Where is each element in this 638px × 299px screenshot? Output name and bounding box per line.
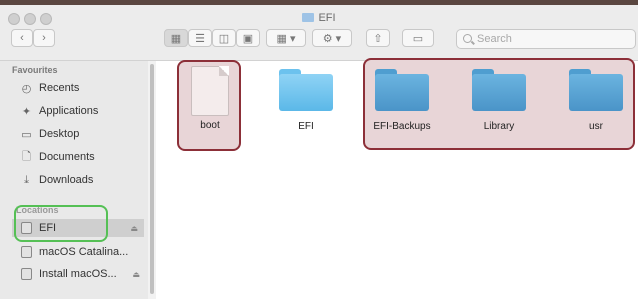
sidebar-scrollbar-thumb[interactable]: [150, 64, 154, 294]
sidebar-section-favourites: Favourites: [12, 65, 58, 75]
share-button[interactable]: ⇧: [366, 29, 390, 47]
file-name: EFI-Backups: [373, 121, 431, 132]
tag-button[interactable]: ▭: [402, 29, 434, 47]
chevron-left-icon: ‹: [20, 32, 24, 44]
eject-icon[interactable]: ⏏: [130, 224, 138, 233]
file-item-usr[interactable]: usr: [556, 69, 636, 132]
file-item-library[interactable]: Library: [459, 69, 539, 132]
green-highlight-annotation: [14, 205, 108, 242]
document-file-icon: [191, 66, 229, 116]
file-name: usr: [589, 121, 603, 132]
clock-icon: ◴: [21, 82, 32, 95]
file-item-efi-backups[interactable]: EFI-Backups: [362, 69, 442, 132]
sidebar-item-label: Documents: [39, 151, 95, 163]
action-button[interactable]: ⚙ ▾: [312, 29, 352, 47]
group-by-button[interactable]: ▦ ▾: [266, 29, 306, 47]
folder-icon: [279, 69, 333, 111]
sidebar-item-label: macOS Catalina...: [39, 246, 129, 258]
group-by-icon: ▦ ▾: [276, 32, 296, 45]
download-icon: ⤓: [24, 173, 29, 186]
gallery-view-icon: ▣: [242, 32, 254, 45]
sidebar-item-label: Install macOS...: [39, 268, 117, 280]
forward-button[interactable]: ›: [33, 29, 55, 47]
folder-icon: [472, 69, 526, 111]
sidebar-item-install-macos[interactable]: Install macOS... ⏏: [20, 265, 146, 283]
sidebar-item-label: Downloads: [39, 174, 94, 186]
gallery-view-button[interactable]: ▣: [236, 29, 260, 47]
desktop-icon: ▭: [21, 128, 32, 141]
chevron-right-icon: ›: [42, 32, 46, 44]
icon-view-button[interactable]: ▦: [164, 29, 188, 47]
disk-icon: [20, 268, 33, 280]
gear-icon: ⚙ ▾: [322, 32, 342, 45]
tag-icon: ▭: [412, 32, 424, 45]
file-name: boot: [200, 120, 220, 131]
sidebar-item-documents[interactable]: 🗋 Documents: [20, 148, 146, 166]
file-item-efi[interactable]: EFI: [266, 69, 346, 132]
list-view-icon: ☰: [195, 32, 205, 45]
file-name: EFI: [298, 121, 314, 132]
list-view-button[interactable]: ☰: [188, 29, 212, 47]
folder-icon: [302, 13, 315, 22]
disk-icon: [20, 246, 33, 258]
column-view-icon: ◫: [218, 32, 230, 45]
file-name: Library: [483, 121, 515, 132]
share-icon: ⇧: [373, 32, 383, 45]
sidebar-item-downloads[interactable]: ⤓ Downloads: [20, 171, 146, 189]
back-button[interactable]: ‹: [11, 29, 33, 47]
folder-icon: [375, 69, 429, 111]
icon-view-icon: ▦: [170, 32, 182, 45]
sidebar-item-desktop[interactable]: ▭ Desktop: [20, 125, 146, 143]
sidebar-item-label: Recents: [39, 82, 80, 94]
folder-icon: [569, 69, 623, 111]
search-icon: [463, 34, 472, 43]
finder-window: EFI ‹ › ▦ ☰ ◫ ▣ ▦ ▾ ⚙ ▾ ⇧ ▭ Search Favou…: [0, 0, 638, 299]
sidebar-item-recents[interactable]: ◴ Recents: [20, 79, 146, 97]
sidebar-item-applications[interactable]: ✦ Applications: [20, 102, 146, 120]
toolbar: EFI ‹ › ▦ ☰ ◫ ▣ ▦ ▾ ⚙ ▾ ⇧ ▭ Search: [0, 5, 638, 61]
document-icon: 🗋: [22, 150, 31, 163]
sidebar-item-label: Desktop: [39, 128, 80, 140]
sidebar-item-macos-catalina[interactable]: macOS Catalina...: [20, 243, 146, 261]
window-title: EFI: [0, 12, 638, 24]
search-placeholder: Search: [477, 33, 512, 45]
eject-icon[interactable]: ⏏: [132, 270, 140, 279]
sidebar-item-label: Applications: [39, 105, 99, 117]
file-item-boot[interactable]: boot: [170, 66, 250, 131]
column-view-button[interactable]: ◫: [212, 29, 236, 47]
search-field[interactable]: Search: [456, 29, 636, 49]
applications-icon: ✦: [21, 105, 32, 118]
